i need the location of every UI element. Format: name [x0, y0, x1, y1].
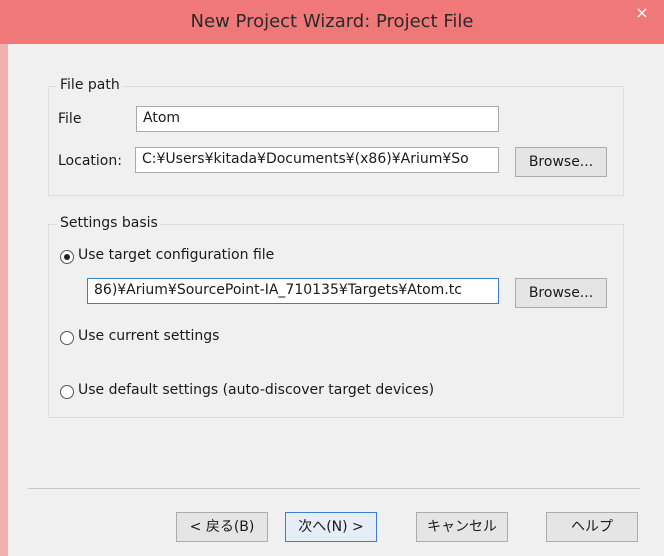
settings-basis-group: Settings basis Use target configuration … — [48, 215, 624, 418]
config-browse-button[interactable]: Browse... — [515, 278, 607, 308]
next-button[interactable]: 次へ(N) > — [285, 512, 377, 542]
use-target-config-label[interactable]: Use target configuration file — [78, 247, 288, 263]
file-path-group-label: File path — [57, 77, 123, 93]
file-path-group: File path File Atom Location: C:¥Users¥k… — [48, 77, 624, 196]
help-button[interactable]: ヘルプ — [546, 512, 638, 542]
cancel-button[interactable]: キャンセル — [416, 512, 508, 542]
file-label: File — [58, 111, 82, 127]
footer-separator — [28, 488, 640, 489]
use-default-settings-radio[interactable] — [60, 385, 74, 399]
close-icon[interactable]: × — [628, 2, 656, 24]
settings-basis-group-label: Settings basis — [57, 215, 161, 231]
file-name-input[interactable]: Atom — [136, 106, 499, 132]
wizard-window: New Project Wizard: Project File × File … — [0, 0, 664, 556]
use-current-settings-radio[interactable] — [60, 331, 74, 345]
back-button[interactable]: < 戻る(B) — [176, 512, 268, 542]
window-title: New Project Wizard: Project File — [190, 11, 474, 32]
dialog-body: File path File Atom Location: C:¥Users¥k… — [8, 44, 664, 556]
title-bar[interactable]: New Project Wizard: Project File × — [0, 0, 664, 44]
use-default-settings-label[interactable]: Use default settings (auto-discover targ… — [78, 382, 434, 398]
config-file-path-input[interactable]: 86)¥Arium¥SourcePoint-IA_710135¥Targets¥… — [87, 278, 499, 304]
location-browse-button[interactable]: Browse... — [515, 147, 607, 177]
use-current-settings-label[interactable]: Use current settings — [78, 328, 219, 344]
location-label: Location: — [58, 153, 122, 169]
use-target-config-radio[interactable] — [60, 250, 74, 264]
location-input[interactable]: C:¥Users¥kitada¥Documents¥(x86)¥Arium¥So — [135, 147, 499, 173]
